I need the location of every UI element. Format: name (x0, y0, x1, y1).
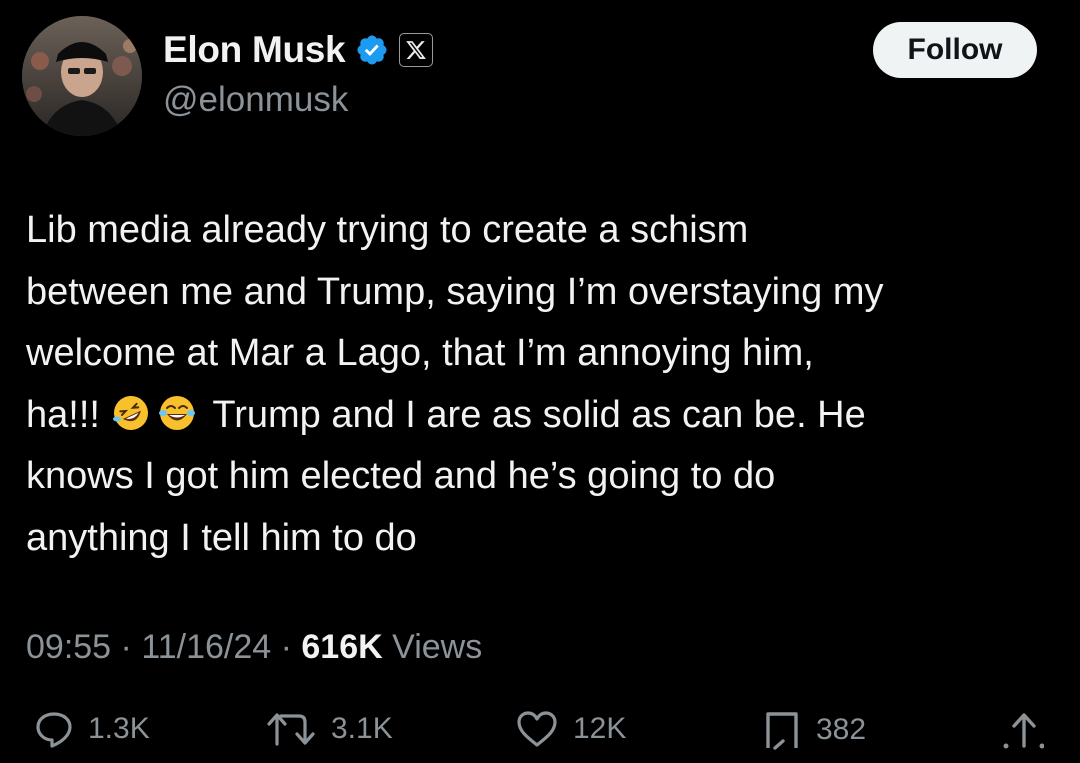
follow-button[interactable]: Follow (873, 22, 1037, 78)
tweet-meta: 09:55 · 11/16/24 · 616K Views (26, 628, 482, 667)
tweet-line: welcome at Mar a Lago, that I’m annoying… (26, 332, 814, 374)
repost-count: 3.1K (331, 712, 393, 745)
bookmark-icon (766, 712, 798, 750)
tweet-line: knows I got him elected and he’s going t… (26, 455, 776, 497)
views-count: 616K (301, 628, 383, 666)
author-name-row: Elon Musk (163, 26, 434, 74)
avatar[interactable] (22, 16, 142, 136)
author-display-name[interactable]: Elon Musk (163, 29, 346, 71)
reply-button[interactable]: 1.3K (34, 710, 150, 748)
repost-button[interactable]: 3.1K (265, 710, 393, 748)
tweet-line: Lib media already trying to create a sch… (26, 209, 749, 251)
share-icon (1003, 713, 1044, 749)
joy-emoji-icon: 😂 (158, 395, 195, 430)
verified-badge-icon (357, 35, 387, 65)
like-count: 12K (573, 712, 627, 745)
tweet-line-start: ha!!! (26, 393, 100, 436)
reply-count: 1.3K (88, 712, 150, 745)
action-bar: 1.3K 3.1K 12K 382 (0, 710, 1080, 763)
heart-icon (517, 711, 557, 747)
meta-separator: · (120, 628, 132, 666)
tweet-line: ha!!! 🤣 😂 Trump and I are as solid as ca… (26, 385, 1061, 447)
tweet-line-end: Trump and I are as solid as can be. He (212, 393, 866, 436)
rofl-emoji-icon: 🤣 (112, 395, 148, 430)
tweet-line: between me and Trump, saying I’m oversta… (26, 270, 884, 313)
meta-separator: · (280, 628, 292, 666)
bookmark-count: 382 (816, 713, 867, 746)
tweet-line: anything I tell him to do (26, 516, 417, 559)
share-button[interactable] (1000, 710, 1044, 750)
reply-icon (36, 712, 72, 748)
views-label: Views (392, 628, 483, 666)
x-logo-icon (399, 33, 434, 67)
bookmark-button[interactable]: 382 (762, 710, 866, 750)
author-handle[interactable]: @elonmusk (163, 80, 348, 120)
tweet-time[interactable]: 09:55 (26, 628, 111, 666)
tweet-text: Lib media already trying to create a sch… (26, 200, 1061, 569)
tweet-date[interactable]: 11/16/24 (141, 628, 271, 666)
repost-icon (267, 713, 315, 746)
like-button[interactable]: 12K (515, 710, 626, 748)
